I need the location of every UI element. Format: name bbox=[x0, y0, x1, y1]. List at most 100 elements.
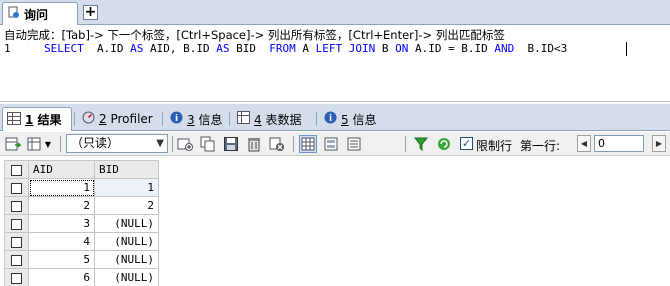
column-header-bid[interactable]: BID bbox=[94, 160, 159, 179]
cell-bid[interactable]: (NULL) bbox=[94, 232, 159, 251]
row-checkbox[interactable] bbox=[11, 272, 22, 284]
cell-aid[interactable]: 6 bbox=[28, 268, 95, 286]
tab-info-3-label: 信息 bbox=[198, 112, 223, 127]
filter-icon[interactable] bbox=[412, 135, 430, 153]
profiler-icon bbox=[82, 111, 95, 127]
grid-icon bbox=[7, 111, 21, 128]
editor-divider bbox=[0, 101, 670, 102]
sql-text: BID bbox=[229, 42, 270, 55]
table-row[interactable]: 3 (NULL) bbox=[4, 214, 159, 233]
next-page-button[interactable]: ▶ bbox=[652, 135, 666, 152]
select-all-checkbox[interactable] bbox=[11, 164, 22, 176]
tab-profiler-number: 2 bbox=[99, 112, 107, 126]
limit-rows-checkbox[interactable]: ✓ bbox=[460, 137, 473, 150]
add-row-icon[interactable] bbox=[176, 135, 194, 153]
sql-keyword: LEFT JOIN bbox=[315, 42, 376, 55]
svg-text:i: i bbox=[329, 114, 332, 124]
info-icon: i bbox=[170, 111, 183, 127]
select-all-cell[interactable] bbox=[4, 160, 29, 179]
table-row[interactable]: 4 (NULL) bbox=[4, 232, 159, 251]
sql-editor-line[interactable]: 1 SELECT A.ID AS AID, B.ID AS BID FROM A … bbox=[4, 42, 567, 55]
trash-icon[interactable] bbox=[245, 135, 263, 153]
cell-bid[interactable]: (NULL) bbox=[94, 214, 159, 233]
chevron-down-icon[interactable]: ▼ bbox=[43, 135, 53, 153]
chevron-down-icon: ▼ bbox=[156, 138, 164, 149]
row-checkbox[interactable] bbox=[11, 218, 22, 230]
cell-bid[interactable]: (NULL) bbox=[94, 250, 159, 269]
table-row[interactable]: 5 (NULL) bbox=[4, 250, 159, 269]
discard-changes-icon[interactable] bbox=[268, 135, 286, 153]
sql-text: AID, B.ID bbox=[143, 42, 217, 55]
cell-aid[interactable]: 3 bbox=[28, 214, 95, 233]
form-view-icon[interactable] bbox=[322, 135, 340, 153]
query-tab-label: 询问 bbox=[24, 7, 49, 22]
info-icon: i bbox=[324, 111, 337, 127]
read-only-select-value: （只读） bbox=[71, 136, 120, 150]
sql-text: B.ID<3 bbox=[514, 42, 568, 55]
cell-bid[interactable]: (NULL) bbox=[94, 268, 159, 286]
sql-text: A bbox=[295, 42, 316, 55]
autocomplete-hint: 自动完成：[Tab]-> 下一个标签，[Ctrl+Space]-> 列出所有标签… bbox=[4, 28, 505, 42]
query-tab[interactable]: 询问 bbox=[2, 2, 78, 25]
tab-separator bbox=[74, 112, 75, 126]
save-icon[interactable] bbox=[222, 135, 240, 153]
cell-aid[interactable]: 1 bbox=[28, 178, 95, 197]
column-header-aid[interactable]: AID bbox=[28, 160, 95, 179]
tab-info-3-number: 3 bbox=[187, 112, 195, 127]
cell-bid[interactable]: 1 bbox=[94, 178, 159, 197]
tab-profiler[interactable]: 2 Profiler bbox=[78, 107, 157, 131]
sql-keyword: AS bbox=[216, 42, 230, 55]
row-selector[interactable] bbox=[4, 268, 29, 286]
export-icon[interactable] bbox=[4, 135, 22, 153]
sql-keyword: FROM bbox=[269, 42, 296, 55]
refresh-icon[interactable] bbox=[435, 135, 453, 153]
sql-keyword: ON bbox=[395, 42, 409, 55]
sql-keyword: SELECT bbox=[44, 42, 84, 55]
row-checkbox[interactable] bbox=[11, 182, 22, 194]
tab-info-5[interactable]: i 5 信息 bbox=[320, 107, 380, 131]
tab-result-number: 1 bbox=[25, 113, 34, 127]
tab-table-data[interactable]: 4 表数据 bbox=[233, 107, 305, 131]
row-selector[interactable] bbox=[4, 178, 29, 197]
tab-result[interactable]: 1 结果 bbox=[2, 107, 72, 131]
duplicate-row-icon[interactable] bbox=[199, 135, 217, 153]
tab-result-label: 结果 bbox=[37, 113, 62, 127]
row-selector[interactable] bbox=[4, 214, 29, 233]
text-caret bbox=[626, 42, 627, 56]
toolbar-separator bbox=[60, 136, 61, 152]
result-toolbar: ▼ （只读） ▼ ✓ 限制行 第一行: ◀ 0 ▶ bbox=[0, 132, 670, 156]
first-row-input[interactable]: 0 bbox=[594, 135, 644, 152]
read-only-select[interactable]: （只读） ▼ bbox=[66, 134, 168, 153]
row-checkbox[interactable] bbox=[11, 254, 22, 266]
new-tab-button[interactable]: + bbox=[83, 5, 98, 20]
toolbar-separator bbox=[293, 136, 294, 152]
editor-tab-strip: 询问 + bbox=[0, 0, 670, 25]
table-row[interactable]: 1 1 bbox=[4, 178, 159, 197]
table-row[interactable]: 6 (NULL) bbox=[4, 268, 159, 286]
text-view-icon[interactable] bbox=[345, 135, 363, 153]
grid-view-icon[interactable] bbox=[299, 135, 317, 153]
cell-aid[interactable]: 4 bbox=[28, 232, 95, 251]
table-row[interactable]: 2 2 bbox=[4, 196, 159, 215]
tab-separator bbox=[316, 112, 317, 126]
sql-text: A.ID bbox=[83, 42, 131, 55]
cell-aid[interactable]: 2 bbox=[28, 196, 95, 215]
row-selector[interactable] bbox=[4, 196, 29, 215]
tab-separator bbox=[162, 112, 163, 126]
tab-profiler-label: Profiler bbox=[110, 112, 153, 126]
toolbar-separator bbox=[172, 136, 173, 152]
result-grid: AID BID 1 1 2 2 3 (NULL) 4 (NULL) 5 (NUL… bbox=[4, 160, 159, 286]
grid-mode-icon[interactable] bbox=[26, 135, 44, 153]
cell-aid[interactable]: 5 bbox=[28, 250, 95, 269]
grid-header-row: AID BID bbox=[4, 160, 159, 179]
row-selector[interactable] bbox=[4, 232, 29, 251]
cell-bid[interactable]: 2 bbox=[94, 196, 159, 215]
svg-text:i: i bbox=[175, 114, 178, 124]
row-selector[interactable] bbox=[4, 250, 29, 269]
sql-text: A.ID = B.ID bbox=[408, 42, 495, 55]
row-checkbox[interactable] bbox=[11, 236, 22, 248]
row-checkbox[interactable] bbox=[11, 200, 22, 212]
tab-table-data-label: 表数据 bbox=[265, 112, 302, 127]
tab-info-3[interactable]: i 3 信息 bbox=[166, 107, 226, 131]
previous-page-button[interactable]: ◀ bbox=[577, 135, 591, 152]
